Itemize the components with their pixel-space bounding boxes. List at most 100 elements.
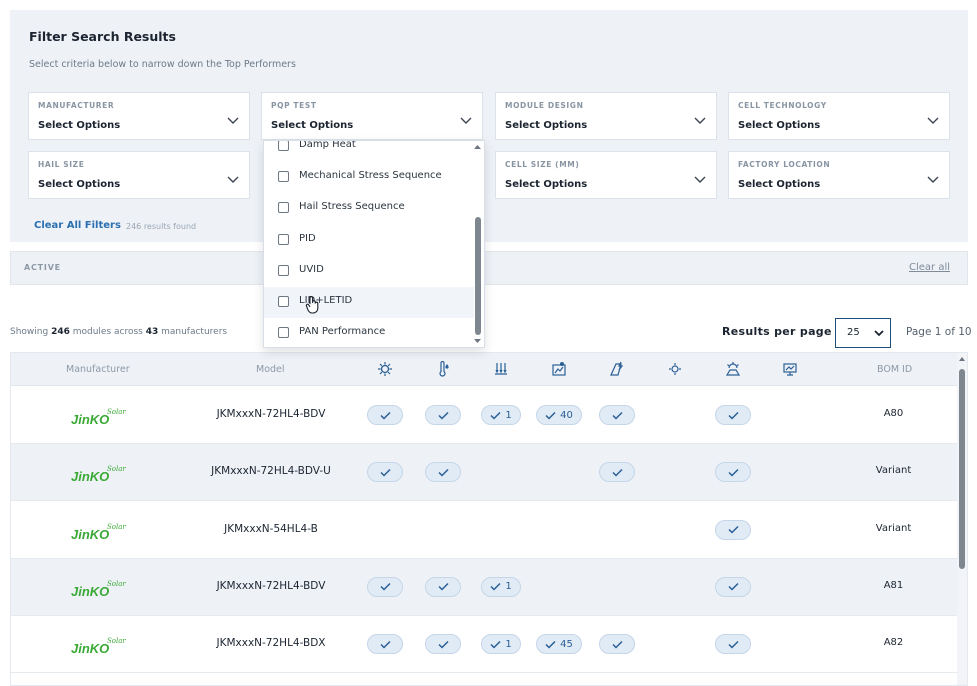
bom-id-cell: A80 [883,408,904,419]
svg-text:Solar: Solar [107,580,126,588]
model-cell[interactable]: JKMxxxN-72HL4-BDX [171,637,371,649]
check-icon [379,411,391,420]
active-label: ACTIVE [24,263,61,272]
dropdown-label: MODULE DESIGN [505,101,584,110]
pqp-option[interactable]: PAN Performance [264,318,474,347]
scroll-up-icon[interactable] [959,356,965,362]
jinko-logo: JinKO Solar [69,462,129,484]
jinko-logo: JinKO Solar [69,405,129,427]
filter-panel: Filter Search Results Select criteria be… [10,10,968,242]
cell-technology-dropdown[interactable]: CELL TECHNOLOGY Select Options [728,92,950,140]
chevron-down-icon [694,176,706,183]
table-row[interactable]: JinKO Solar JKMxxxN-72HL4-BDV 1 40 A80 [11,387,967,444]
model-cell[interactable]: JKMxxxN-72HL4-BDV [171,580,371,592]
cell-size-dropdown[interactable]: CELL SIZE (MM) Select Options [495,151,717,199]
dropdown-value: Select Options [505,179,588,190]
pqp-test-dropdown[interactable]: PQP TEST Select Options [261,92,483,140]
option-checkbox[interactable] [278,264,289,276]
test-passed-badge [425,576,461,597]
check-icon [490,640,501,649]
chevron-down-icon [227,176,239,183]
results-per-page-select[interactable]: 25 [835,318,891,348]
model-cell[interactable]: JKMxxxN-72HL4-BDV-U [171,465,371,477]
check-icon [379,468,391,477]
thermal-cycling-icon [378,362,392,376]
header-model[interactable]: Model [256,364,285,375]
option-label: PAN Performance [299,326,386,338]
check-icon [727,583,739,591]
test-passed-badge [715,576,751,597]
test-passed-badge: 1 [481,405,521,425]
dropdown-value: Select Options [738,179,821,190]
header-bom-id[interactable]: BOM ID [877,364,912,375]
option-checkbox[interactable] [278,233,289,245]
option-checkbox[interactable] [278,171,289,183]
pqp-option[interactable]: Hail Stress Sequence [264,193,474,224]
svg-text:JinKO: JinKO [71,641,109,656]
dropdown-label: FACTORY LOCATION [738,160,831,169]
chevron-down-icon [694,117,706,124]
factory-location-dropdown[interactable]: FACTORY LOCATION Select Options [728,151,950,199]
check-icon [379,583,391,591]
dropdown-value: Select Options [738,120,821,131]
test-count: 1 [505,581,512,593]
option-checkbox[interactable] [278,296,289,307]
check-icon [611,411,623,420]
scrollbar-thumb[interactable] [959,369,965,569]
option-label: Mechanical Stress Sequence [299,170,442,182]
check-icon [437,468,449,477]
dropdown-label: MANUFACTURER [38,101,115,110]
check-icon [437,411,449,420]
option-checkbox[interactable] [278,141,289,151]
pqp-option[interactable]: LID+LETID [264,287,474,318]
table-row[interactable]: JinKO Solar JKMxxxN-54HL4-B Variant [11,502,967,559]
hail-size-dropdown[interactable]: HAIL SIZE Select Options [28,151,250,199]
svg-text:Solar: Solar [107,408,126,416]
mechanical-stress-icon [495,363,507,375]
clear-all-filters-link[interactable]: Clear All Filters [34,220,121,231]
check-icon [611,468,623,477]
test-passed-badge [715,634,751,655]
check-icon [437,583,449,591]
test-passed-badge [715,519,751,540]
table-row[interactable]: JinKO Solar JKMxxxN-72HL4-BDV 1 A81 [11,558,967,616]
model-cell[interactable]: JKMxxxN-54HL4-B [171,523,371,535]
page: Filter Search Results Select criteria be… [0,0,977,686]
check-icon [437,640,449,649]
page-indicator: Page 1 of 10 [906,326,972,338]
modules-count: 246 [51,327,70,337]
clear-all-link[interactable]: Clear all [909,262,950,273]
svg-text:JinKO: JinKO [71,584,109,599]
test-passed-badge: 45 [536,634,582,655]
scroll-down-icon[interactable] [474,338,481,344]
pan-icon [783,363,797,376]
option-checkbox[interactable] [278,327,289,339]
pqp-option[interactable]: Mechanical Stress Sequence [264,162,474,193]
results-per-page-label: Results per page [722,325,832,338]
bom-id-cell: A82 [883,637,904,649]
table-row[interactable]: JinKO Solar JKMxxxN-72HL4-BDX 1 45 A82 [11,616,967,674]
options-scrollbar-thumb[interactable] [475,217,481,335]
test-passed-badge [425,462,461,483]
test-passed-badge: 1 [481,576,521,597]
table-scrollbar[interactable] [957,353,967,685]
test-passed-badge [599,405,635,425]
results-table: Manufacturer Model BOM ID JinKO Solar JKMx… [10,352,968,686]
svg-text:JinKO: JinKO [71,527,109,542]
header-manufacturer[interactable]: Manufacturer [66,364,130,375]
check-icon [545,411,556,420]
svg-text:Solar: Solar [107,523,126,531]
pqp-option[interactable]: PID [264,225,474,256]
pqp-option[interactable]: UVID [264,256,474,287]
option-checkbox[interactable] [278,202,289,214]
dropdown-label: CELL SIZE (MM) [505,160,580,169]
module-design-dropdown[interactable]: MODULE DESIGN Select Options [495,92,717,140]
model-cell[interactable]: JKMxxxN-72HL4-BDV [171,408,371,420]
manufacturer-dropdown[interactable]: MANUFACTURER Select Options [28,92,250,140]
table-row[interactable]: JinKO Solar JKMxxxN-72HL4-BDV-U Variant [11,444,967,502]
test-passed-badge [367,576,403,597]
pqp-option[interactable]: Damp Heat [264,141,474,162]
scroll-up-icon[interactable] [474,144,481,150]
chevron-down-icon [460,117,472,124]
showing-summary: Showing 246 modules across 43 manufactur… [10,327,227,337]
